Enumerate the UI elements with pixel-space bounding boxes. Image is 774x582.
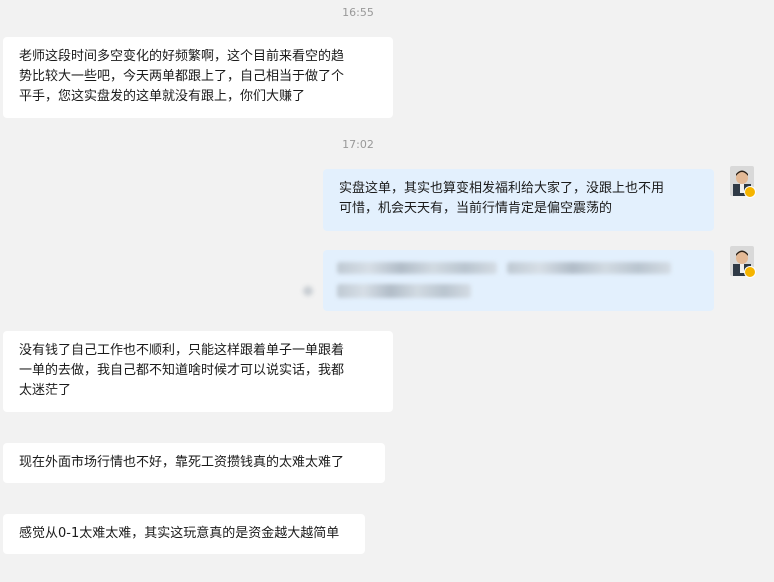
message-line: 老师这段时间多空变化的好频繁啊，这个目前来看空的趋 <box>19 49 345 64</box>
blurred-text <box>337 284 471 298</box>
message-line: 实盘这单，其实也算变相发福利给大家了，没跟上也不用 <box>339 181 665 196</box>
verified-badge-icon <box>744 266 756 278</box>
blurred-dot <box>303 286 313 296</box>
timestamp: 17:02 <box>342 138 374 151</box>
blurred-text <box>507 262 671 274</box>
verified-badge-icon <box>744 186 756 198</box>
incoming-message-bubble[interactable]: 感觉从0-1太难太难，其实这玩意真的是资金越大越简单 <box>3 514 365 554</box>
outgoing-message-bubble[interactable]: 实盘这单，其实也算变相发福利给大家了，没跟上也不用 可惜，机会天天有，当前行情肯… <box>323 169 714 231</box>
outgoing-blurred-message-bubble[interactable] <box>303 250 714 311</box>
message-line: 势比较大一些吧，今天两单都跟上了，自己相当于做了个 <box>19 69 345 84</box>
message-line: 平手，您这实盘发的这单就没有跟上，你们大赚了 <box>19 89 306 104</box>
message-line: 太迷茫了 <box>19 383 72 398</box>
message-line: 可惜，机会天天有，当前行情肯定是偏空震荡的 <box>339 201 613 216</box>
message-line: 感觉从0-1太难太难，其实这玩意真的是资金越大越简单 <box>19 526 340 541</box>
message-line: 一单的去做，我自己都不知道啥时候才可以说实话，我都 <box>19 363 345 378</box>
incoming-message-bubble[interactable]: 没有钱了自己工作也不顺利，只能这样跟着单子一单跟着 一单的去做，我自己都不知道啥… <box>3 331 393 412</box>
timestamp: 16:55 <box>342 6 374 19</box>
message-line: 没有钱了自己工作也不顺利，只能这样跟着单子一单跟着 <box>19 343 345 358</box>
incoming-message-bubble[interactable]: 现在外面市场行情也不好，靠死工资攒钱真的太难太难了 <box>3 443 385 483</box>
incoming-message-bubble[interactable]: 老师这段时间多空变化的好频繁啊，这个目前来看空的趋 势比较大一些吧，今天两单都跟… <box>3 37 393 118</box>
blurred-text <box>337 262 497 274</box>
message-line: 现在外面市场行情也不好，靠死工资攒钱真的太难太难了 <box>19 455 345 470</box>
